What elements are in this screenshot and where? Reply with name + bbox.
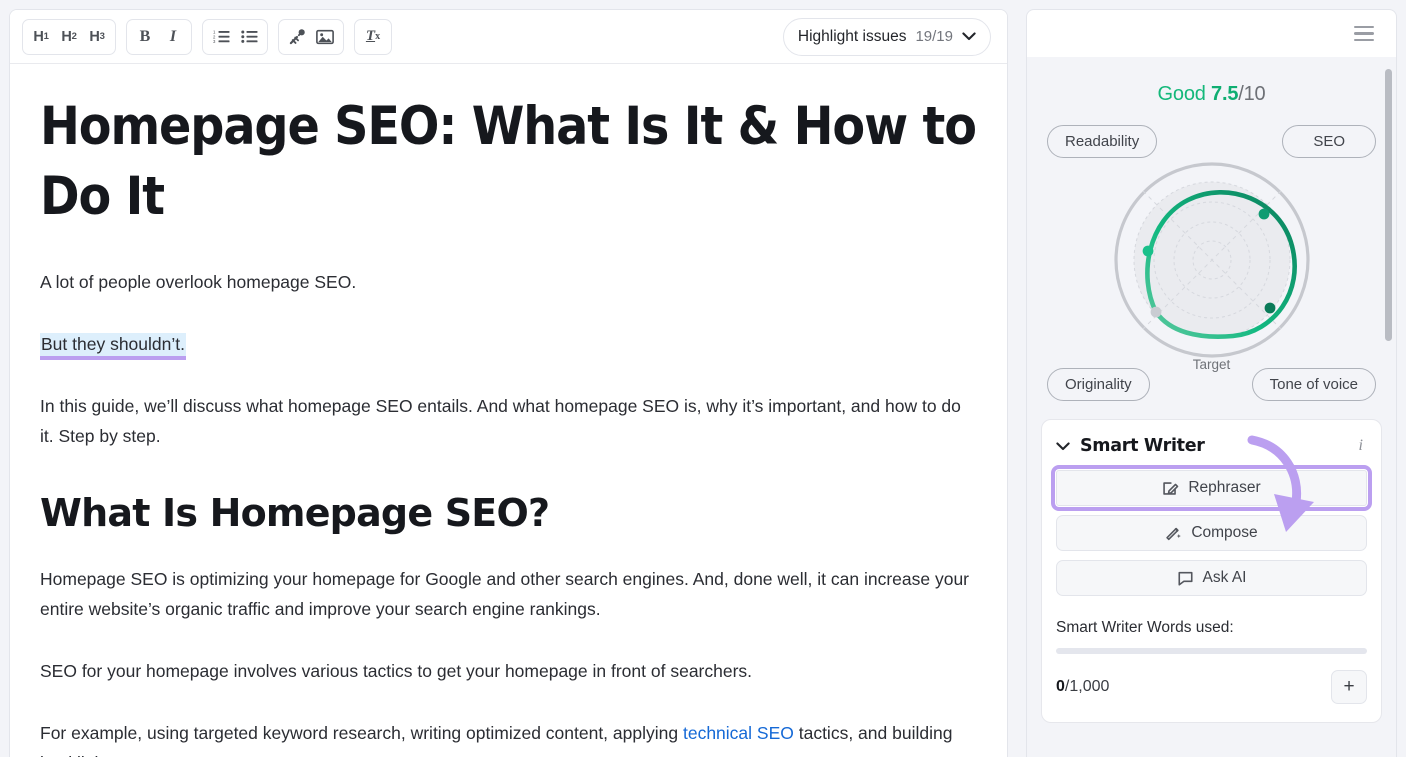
h1-button[interactable]: H1 bbox=[27, 22, 55, 52]
words-counter-row: 0/1,000 + bbox=[1056, 670, 1367, 704]
highlight-issues-label: Highlight issues bbox=[797, 27, 907, 45]
h3-sub: 3 bbox=[99, 31, 105, 42]
analysis-sidebar: Good 7.5/10 Readability SEO Target Origi… bbox=[1026, 9, 1397, 757]
clear-format-sub: x bbox=[375, 31, 381, 42]
words-progress-bar bbox=[1056, 648, 1367, 654]
heading-button-group: H1 H2 H3 bbox=[22, 18, 116, 55]
link-icon bbox=[289, 28, 305, 44]
clear-format-label: T bbox=[365, 28, 376, 44]
ordered-list-icon: 1 2 3 bbox=[213, 30, 229, 44]
compose-wand-icon bbox=[1165, 525, 1182, 542]
hamburger-line bbox=[1354, 38, 1374, 42]
highlighted-sentence[interactable]: But they shouldn’t. bbox=[40, 332, 186, 356]
metric-pills-top: Readability SEO bbox=[1041, 125, 1382, 158]
score-quality-label: Good bbox=[1157, 83, 1206, 105]
h2-sub: 2 bbox=[71, 31, 77, 42]
paragraph-intro-1: A lot of people overlook homepage SEO. bbox=[40, 271, 357, 292]
hamburger-line bbox=[1354, 25, 1374, 29]
editor-pane: H1 H2 H3 B I 1 2 3 T x Highlight issues … bbox=[9, 9, 1008, 757]
section-heading: What Is Homepage SEO? bbox=[40, 490, 550, 535]
words-used-label: Smart Writer Words used: bbox=[1056, 619, 1234, 636]
bullet-list-button[interactable] bbox=[235, 22, 263, 52]
list-group: 1 2 3 bbox=[202, 18, 268, 55]
insert-group bbox=[278, 18, 344, 55]
h2-button[interactable]: H2 bbox=[55, 22, 83, 52]
rephraser-label: Rephraser bbox=[1188, 479, 1261, 496]
words-used-current: 0 bbox=[1056, 678, 1065, 695]
paragraph-body-3: For example, using targeted keyword rese… bbox=[40, 718, 977, 757]
smart-writer-card: Smart Writer i Rephraser Compose Ask AI … bbox=[1041, 419, 1382, 723]
h3-button[interactable]: H3 bbox=[83, 22, 111, 52]
h1-sub: 1 bbox=[43, 31, 49, 42]
hamburger-menu-icon[interactable] bbox=[1350, 22, 1378, 45]
add-words-button[interactable]: + bbox=[1331, 670, 1367, 704]
ordered-list-button[interactable]: 1 2 3 bbox=[207, 22, 235, 52]
text-style-group: B I bbox=[126, 18, 192, 55]
paragraph-highlighted: But they shouldn’t. bbox=[40, 329, 977, 359]
highlight-issues-count: 19/19 bbox=[915, 28, 953, 45]
chevron-down-icon bbox=[962, 32, 976, 41]
info-icon[interactable]: i bbox=[1355, 437, 1367, 455]
paragraph-body-2: SEO for your homepage involves various t… bbox=[40, 661, 753, 682]
smart-writer-header: Smart Writer i bbox=[1056, 436, 1367, 456]
clear-formatting-button[interactable]: Tx bbox=[359, 22, 387, 52]
technical-seo-link[interactable]: technical SEO bbox=[683, 723, 794, 743]
hamburger-line bbox=[1354, 32, 1374, 35]
content-editor-app: H1 H2 H3 B I 1 2 3 T x Highlight issues … bbox=[0, 0, 1406, 757]
metric-pill-tone-of-voice[interactable]: Tone of voice bbox=[1251, 368, 1376, 401]
editor-toolbar: H1 H2 H3 B I 1 2 3 T x Highlight issues … bbox=[10, 10, 1007, 64]
h2-label: H bbox=[61, 28, 72, 45]
italic-button[interactable]: I bbox=[159, 22, 187, 52]
radar-point-tone bbox=[1264, 302, 1275, 314]
h3-label: H bbox=[89, 28, 100, 45]
image-button[interactable] bbox=[311, 22, 339, 52]
radar-svg bbox=[1113, 162, 1310, 358]
paragraph-body-1: Homepage SEO is optimizing your homepage… bbox=[40, 569, 970, 620]
words-used-total: /1,000 bbox=[1064, 678, 1110, 695]
rephraser-button[interactable]: Rephraser bbox=[1051, 465, 1372, 511]
rephrase-pencil-icon bbox=[1162, 480, 1179, 497]
radar-point-originality bbox=[1150, 306, 1161, 318]
sidebar-header bbox=[1026, 9, 1397, 57]
svg-text:3: 3 bbox=[213, 39, 216, 44]
chevron-down-icon[interactable] bbox=[1056, 441, 1070, 451]
bullet-list-icon bbox=[240, 30, 257, 43]
score-value: 7.5 bbox=[1211, 83, 1239, 105]
ask-ai-label: Ask AI bbox=[1202, 569, 1247, 586]
metric-pill-originality[interactable]: Originality bbox=[1047, 368, 1150, 401]
paragraph-guide: In this guide, we’ll discuss what homepa… bbox=[40, 395, 961, 446]
smart-writer-title: Smart Writer bbox=[1080, 436, 1205, 456]
highlight-issues-dropdown[interactable]: Highlight issues 19/19 bbox=[782, 17, 991, 56]
link-button[interactable] bbox=[283, 22, 311, 52]
image-icon bbox=[316, 29, 334, 44]
radar-point-readability bbox=[1142, 245, 1153, 257]
h1-label: H bbox=[33, 28, 44, 45]
compose-label: Compose bbox=[1191, 524, 1258, 541]
chat-bubble-icon bbox=[1177, 570, 1194, 587]
ask-ai-button[interactable]: Ask AI bbox=[1056, 560, 1367, 596]
document-body[interactable]: Homepage SEO: What Is It & How to Do It … bbox=[10, 64, 1007, 757]
bold-button[interactable]: B bbox=[131, 22, 159, 52]
clear-format-group: Tx bbox=[354, 18, 392, 55]
body3-pre: For example, using targeted keyword rese… bbox=[40, 723, 683, 744]
radar-point-seo bbox=[1258, 208, 1269, 220]
sidebar-scrollbar[interactable] bbox=[1385, 69, 1392, 341]
quality-radar-chart: Target bbox=[1041, 156, 1382, 374]
sidebar-body: Good 7.5/10 Readability SEO Target Origi… bbox=[1026, 57, 1397, 757]
score-denominator: /10 bbox=[1238, 83, 1266, 105]
metric-pill-readability[interactable]: Readability bbox=[1047, 125, 1158, 158]
words-used-count: 0/1,000 bbox=[1056, 678, 1109, 696]
document-title: Homepage SEO: What Is It & How to Do It bbox=[40, 96, 977, 228]
compose-button[interactable]: Compose bbox=[1056, 515, 1367, 551]
overall-score: Good 7.5/10 bbox=[1041, 57, 1382, 106]
metric-pills-bottom: Originality Tone of voice bbox=[1041, 368, 1382, 401]
metric-pill-seo[interactable]: SEO bbox=[1282, 125, 1376, 158]
